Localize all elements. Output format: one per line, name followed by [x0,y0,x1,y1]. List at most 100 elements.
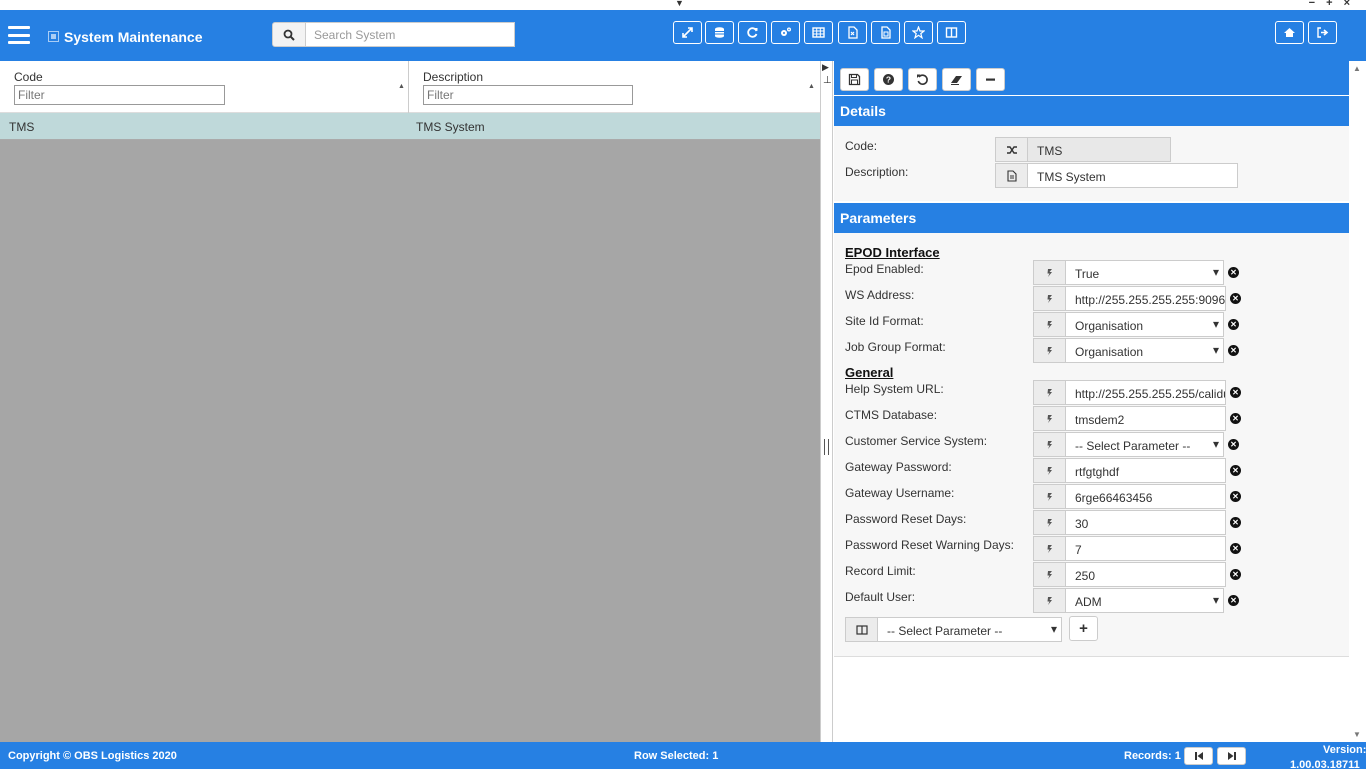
job-group-format-select[interactable]: Organisation [1066,338,1224,363]
ctms-database-input[interactable]: tmsdem2 [1066,406,1226,431]
pin-icon[interactable]: ⊥ [823,75,832,86]
description-filter-input[interactable] [423,85,633,105]
param-addon [1033,380,1066,405]
parameter-icon [1047,388,1052,397]
help-system-url-input[interactable]: http://255.255.255.255/calidus [1066,380,1226,405]
gateway-username-input[interactable]: 6rge66463456 [1066,484,1226,509]
description-field[interactable]: TMS System [1028,163,1238,188]
add-parameter-select[interactable]: -- Select Parameter -- [878,617,1062,642]
minus-icon [986,78,995,81]
table-button[interactable] [804,21,833,44]
parameters-panel: EPOD Interface Epod Enabled: True ✕ WS A… [834,233,1349,657]
version-number: 1.00.03.18711 [1290,759,1360,771]
detail-scrollbar[interactable]: ▲ ▼ [1349,61,1366,742]
ws-address-input[interactable]: http://255.255.255.255:9096/V [1066,286,1226,311]
column-code[interactable]: Code ▲ [0,61,409,113]
column-description[interactable]: Description ▲ [409,61,820,113]
param-addon [1033,312,1066,337]
collapse-caret-icon[interactable]: ▼ [675,0,684,8]
sort-asc-icon[interactable]: ▲ [808,83,815,90]
expand-button[interactable] [673,21,702,44]
remove-param-icon[interactable]: ✕ [1230,517,1241,528]
columns-button[interactable] [937,21,966,44]
remove-param-icon[interactable]: ✕ [1230,491,1241,502]
search-input[interactable] [305,22,515,47]
default-user-select[interactable]: ADM [1066,588,1224,613]
sort-asc-icon[interactable]: ▲ [398,83,405,90]
param-addon [1033,510,1066,535]
window-controls[interactable]: − + × [1309,0,1354,9]
add-parameter-button[interactable]: + [1069,616,1098,641]
gateway-password-input[interactable]: rtfgtghdf [1066,458,1226,483]
param-addon [1033,458,1066,483]
columns-addon [845,617,878,642]
param-label: CTMS Database: [845,408,938,422]
parameter-icon [1047,466,1052,475]
table-row[interactable]: TMS TMS System [0,113,820,140]
remove-param-icon[interactable]: ✕ [1230,465,1241,476]
column-code-label: Code [14,70,43,84]
undo-button[interactable] [908,68,937,91]
parameter-icon [1047,346,1052,355]
record-limit-input[interactable]: 250 [1066,562,1226,587]
remove-param-icon[interactable]: ✕ [1228,595,1239,606]
clear-button[interactable] [942,68,971,91]
group-general: General [845,365,894,380]
favourite-button[interactable] [904,21,933,44]
refresh-button[interactable] [738,21,767,44]
home-button[interactable] [1275,21,1304,44]
report-doc-icon [881,26,891,39]
help-icon: ? [883,74,894,85]
detail-toolbar: ? [834,61,1349,95]
help-button[interactable]: ? [874,68,903,91]
first-page-icon [1194,752,1203,760]
hamburger-menu-icon[interactable] [8,26,30,44]
remove-button[interactable] [976,68,1005,91]
shuffle-icon [1006,145,1017,154]
records-count: Records: 1 [1124,750,1181,762]
parameter-icon [1047,570,1052,579]
collapse-arrow-icon[interactable]: ▶ [822,62,829,73]
scroll-up-icon[interactable]: ▲ [1353,64,1361,73]
epod-enabled-select[interactable]: True [1066,260,1224,285]
param-label: Customer Service System: [845,434,988,448]
param-label: Password Reset Warning Days: [845,538,1014,552]
refresh-icon [747,27,758,38]
remove-param-icon[interactable]: ✕ [1230,387,1241,398]
remove-param-icon[interactable]: ✕ [1230,543,1241,554]
report-button[interactable] [871,21,900,44]
pane-splitter[interactable]: ▶ ⊥ [820,61,833,742]
last-record-button[interactable] [1217,747,1246,765]
export-button[interactable] [838,21,867,44]
parameter-icon [1047,492,1052,501]
splitter-grip-icon[interactable] [824,439,829,455]
remove-param-icon[interactable]: ✕ [1230,413,1241,424]
remove-param-icon[interactable]: ✕ [1230,293,1241,304]
param-label: Default User: [845,590,916,604]
remove-param-icon[interactable]: ✕ [1228,439,1239,450]
logout-button[interactable] [1308,21,1337,44]
remove-param-icon[interactable]: ✕ [1228,267,1239,278]
customer-service-system-select[interactable]: -- Select Parameter -- [1066,432,1224,457]
search-icon [283,29,295,41]
page-title: System Maintenance [64,29,203,45]
search-button[interactable] [272,22,306,47]
settings-button[interactable] [771,21,800,44]
eraser-icon [951,76,962,85]
password-reset-days-input[interactable]: 30 [1066,510,1226,535]
remove-param-icon[interactable]: ✕ [1228,345,1239,356]
version-label: Version: [1323,744,1366,756]
parameter-icon [1047,544,1052,553]
detail-pane: ? Details Code: TMS Description: TMS Sys… [834,61,1349,742]
code-filter-input[interactable] [14,85,225,105]
first-record-button[interactable] [1184,747,1213,765]
save-button[interactable] [840,68,869,91]
password-reset-warning-days-input[interactable]: 7 [1066,536,1226,561]
remove-param-icon[interactable]: ✕ [1228,319,1239,330]
remove-param-icon[interactable]: ✕ [1230,569,1241,580]
scroll-down-icon[interactable]: ▼ [1353,730,1361,739]
param-label: Epod Enabled: [845,262,924,276]
database-button[interactable] [705,21,734,44]
param-addon [1033,484,1066,509]
site-id-format-select[interactable]: Organisation [1066,312,1224,337]
